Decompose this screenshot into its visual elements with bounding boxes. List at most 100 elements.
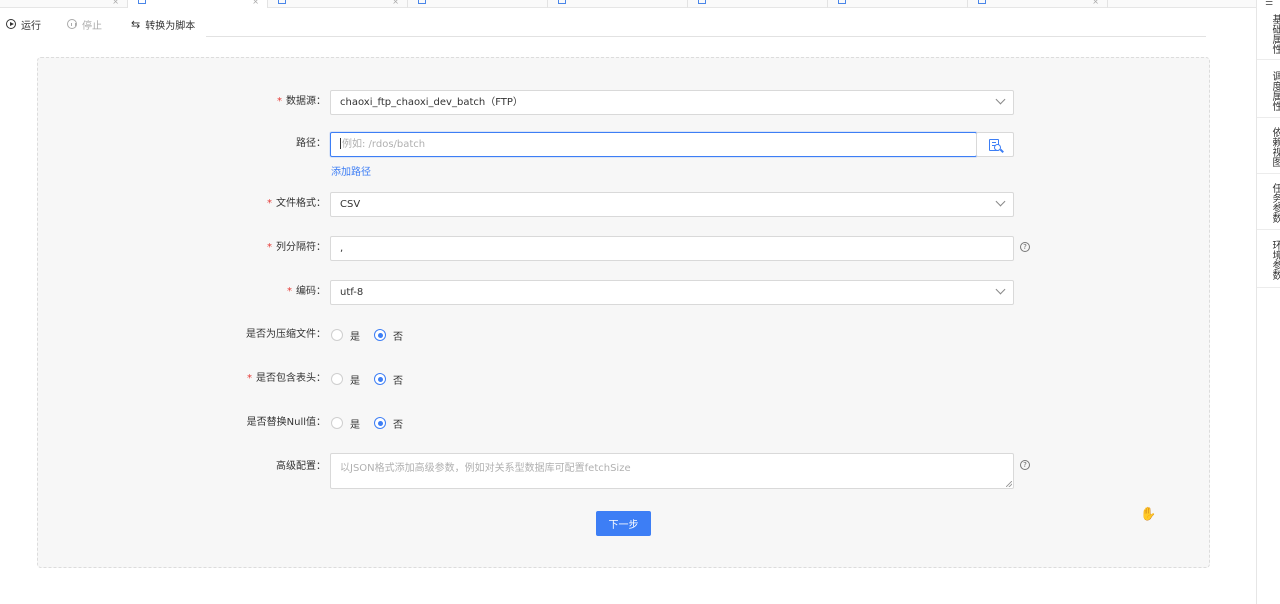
replace-null-radio-group: 是 否 xyxy=(331,411,417,435)
editor-tab-active[interactable]: × xyxy=(128,0,268,8)
close-icon[interactable]: × xyxy=(112,0,119,6)
pause-icon xyxy=(67,19,77,29)
close-icon[interactable]: × xyxy=(252,0,259,6)
run-label: 运行 xyxy=(21,20,41,32)
label-colon: ： xyxy=(316,138,326,149)
editor-tab[interactable]: × xyxy=(0,0,128,8)
sidebar-item-task-params[interactable]: 任务参数 xyxy=(1257,178,1280,230)
required-mark: * xyxy=(267,198,272,209)
file-format-label: * 文件格式： xyxy=(0,192,326,216)
delimiter-value: , xyxy=(340,243,344,254)
radio-button-checked[interactable] xyxy=(374,417,386,429)
path-input[interactable]: 例如: /rdos/batch xyxy=(330,132,977,157)
label-colon: ： xyxy=(316,286,326,297)
editor-tab[interactable] xyxy=(828,0,968,8)
label-colon: ： xyxy=(316,373,326,384)
sidebar-item-label: 调度属性 xyxy=(1270,70,1280,111)
label-colon: ： xyxy=(316,198,326,209)
datasource-label: * 数据源： xyxy=(0,90,326,114)
required-mark: * xyxy=(277,96,282,107)
label-colon: ： xyxy=(316,417,326,428)
right-sidebar: ☰ 基础属性 调度属性 依赖视图 任务参数 环境参数 xyxy=(1256,0,1280,604)
required-mark: * xyxy=(247,373,252,384)
editor-tab[interactable] xyxy=(408,0,548,8)
datasource-select[interactable]: chaoxi_ftp_chaoxi_dev_batch（FTP） xyxy=(330,90,1014,115)
file-icon xyxy=(418,0,426,4)
option-label: 否 xyxy=(393,331,403,343)
stop-label: 停止 xyxy=(82,20,102,32)
replace-null-yes-option[interactable]: 是 xyxy=(331,416,360,431)
advanced-placeholder: 以JSON格式添加高级参数，例如对关系型数据库可配置fetchSize xyxy=(340,463,631,474)
file-icon xyxy=(278,0,286,4)
label-text: 数据源 xyxy=(286,96,316,107)
close-icon[interactable]: × xyxy=(392,0,399,6)
option-label: 是 xyxy=(350,331,360,343)
delimiter-input[interactable]: , xyxy=(330,236,1014,261)
chevron-down-icon xyxy=(995,94,1006,105)
radio-button[interactable] xyxy=(331,329,343,341)
browse-path-button[interactable] xyxy=(976,132,1014,157)
sidebar-item-basic-props[interactable]: 基础属性 xyxy=(1257,10,1280,60)
editor-tab[interactable]: × xyxy=(268,0,408,8)
swap-icon: ⇆ xyxy=(131,17,141,31)
chevron-down-icon xyxy=(995,196,1006,207)
editor-tab[interactable] xyxy=(688,0,828,8)
label-text: 是否替换Null值 xyxy=(246,417,316,428)
sidebar-item-dependency-view[interactable]: 依赖视图 xyxy=(1257,122,1280,174)
file-format-value: CSV xyxy=(340,199,361,210)
add-path-link[interactable]: 添加路径 xyxy=(331,163,371,178)
label-colon: ： xyxy=(316,242,326,253)
chevron-down-icon xyxy=(995,284,1006,295)
radio-button[interactable] xyxy=(331,417,343,429)
radio-button-checked[interactable] xyxy=(374,373,386,385)
label-text: 高级配置 xyxy=(276,461,316,472)
header-label: * 是否包含表头： xyxy=(0,367,326,391)
compressed-no-option[interactable]: 否 xyxy=(374,328,403,343)
stop-button[interactable]: 停止 xyxy=(67,12,102,36)
editor-tab-strip: × × × × xyxy=(0,0,1256,8)
sidebar-item-label: 基础属性 xyxy=(1270,13,1280,54)
editor-tab[interactable] xyxy=(548,0,688,8)
label-text: 编码 xyxy=(296,286,316,297)
hand-cursor-icon: ✋ xyxy=(1140,507,1157,522)
label-text: 是否为压缩文件 xyxy=(246,329,316,340)
text-caret xyxy=(340,138,341,149)
radio-button-checked[interactable] xyxy=(374,329,386,341)
encoding-select[interactable]: utf-8 xyxy=(330,280,1014,305)
replace-null-no-option[interactable]: 否 xyxy=(374,416,403,431)
sidebar-item-env-params[interactable]: 环境参数 xyxy=(1257,234,1280,288)
help-icon[interactable]: ? xyxy=(1020,460,1030,470)
label-text: 文件格式 xyxy=(276,198,316,209)
label-colon: ： xyxy=(316,329,326,340)
option-label: 否 xyxy=(393,375,403,387)
compressed-yes-option[interactable]: 是 xyxy=(331,328,360,343)
sidebar-item-label: 环境参数 xyxy=(1270,239,1280,280)
header-radio-group: 是 否 xyxy=(331,367,417,391)
label-colon: ： xyxy=(316,461,326,472)
menu-icon[interactable]: ☰ xyxy=(1265,0,1273,8)
task-toolbar: 运行 停止 ⇆ 转换为脚本 xyxy=(0,12,1256,37)
radio-button[interactable] xyxy=(331,373,343,385)
file-icon xyxy=(698,0,706,4)
file-format-select[interactable]: CSV xyxy=(330,192,1014,217)
datasource-value: chaoxi_ftp_chaoxi_dev_batch（FTP） xyxy=(340,97,523,108)
next-step-button[interactable]: 下一步 xyxy=(596,511,651,536)
advanced-config-textarea[interactable]: 以JSON格式添加高级参数，例如对关系型数据库可配置fetchSize xyxy=(330,453,1014,489)
label-text: 是否包含表头 xyxy=(256,373,316,384)
header-yes-option[interactable]: 是 xyxy=(331,372,360,387)
compressed-label: 是否为压缩文件： xyxy=(0,323,326,347)
editor-tab[interactable]: × xyxy=(968,0,1108,8)
help-icon[interactable]: ? xyxy=(1020,242,1030,252)
file-icon xyxy=(978,0,986,4)
play-icon xyxy=(6,19,16,29)
resize-handle[interactable] xyxy=(1006,481,1012,487)
compressed-radio-group: 是 否 xyxy=(331,323,417,347)
sidebar-item-schedule-props[interactable]: 调度属性 xyxy=(1257,66,1280,118)
run-button[interactable]: 运行 xyxy=(6,12,41,36)
close-icon[interactable]: × xyxy=(1092,0,1099,6)
convert-to-script-button[interactable]: ⇆ 转换为脚本 xyxy=(131,12,195,36)
header-no-option[interactable]: 否 xyxy=(374,372,403,387)
sidebar-item-label: 依赖视图 xyxy=(1270,126,1280,167)
delimiter-label: * 列分隔符： xyxy=(0,236,326,260)
required-mark: * xyxy=(267,242,272,253)
